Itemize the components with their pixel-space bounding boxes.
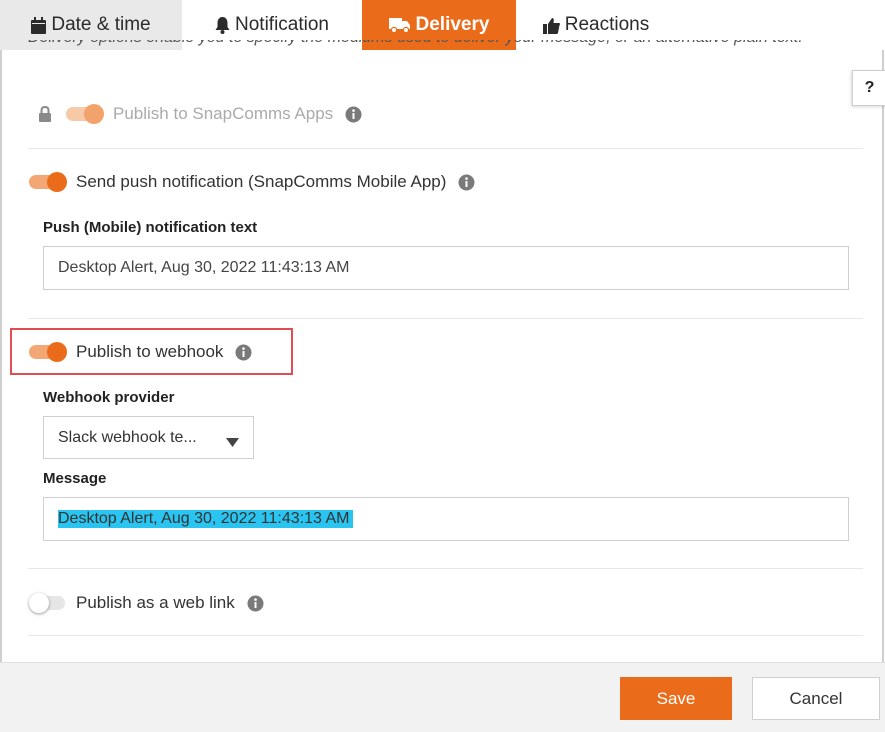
tab-label: Delivery xyxy=(415,14,490,35)
divider xyxy=(28,318,863,319)
tab-label: Notification xyxy=(235,14,329,35)
message-label: Message xyxy=(43,470,107,487)
info-icon[interactable] xyxy=(458,174,475,191)
option-webhook: Publish to webhook xyxy=(29,342,252,362)
web-link-toggle[interactable] xyxy=(29,593,67,613)
panel-border-left xyxy=(0,50,2,662)
calendar-icon xyxy=(31,16,47,34)
info-icon[interactable] xyxy=(247,595,264,612)
tab-label: Reactions xyxy=(564,14,650,35)
info-icon[interactable] xyxy=(235,344,252,361)
cancel-button[interactable]: Cancel xyxy=(752,677,880,720)
snapcomms-apps-toggle xyxy=(66,104,104,124)
option-label: Publish to webhook xyxy=(76,342,224,361)
option-label: Send push notification (SnapComms Mobile… xyxy=(76,172,447,191)
divider xyxy=(28,635,863,636)
message-input[interactable]: Desktop Alert, Aug 30, 2022 11:43:13 AM xyxy=(43,497,849,541)
webhook-provider-label: Webhook provider xyxy=(43,389,175,406)
push-text-value: Desktop Alert, Aug 30, 2022 11:43:13 AM xyxy=(58,259,350,276)
intro-text: Delivery options enable you to specify t… xyxy=(28,40,803,54)
truck-icon xyxy=(388,17,411,33)
webhook-provider-select[interactable]: Slack webhook te... xyxy=(43,416,254,459)
option-label: Publish as a web link xyxy=(76,593,235,612)
option-snapcomms-apps: Publish to SnapComms Apps xyxy=(38,104,362,124)
panel-border-right xyxy=(882,50,884,662)
push-text-input[interactable]: Desktop Alert, Aug 30, 2022 11:43:13 AM xyxy=(43,246,849,290)
option-push-notification: Send push notification (SnapComms Mobile… xyxy=(29,172,475,192)
webhook-toggle[interactable] xyxy=(29,342,67,362)
chevron-down-icon xyxy=(226,434,239,452)
divider xyxy=(28,148,863,149)
info-icon[interactable] xyxy=(345,106,362,123)
thumbs-up-icon xyxy=(542,17,560,34)
help-label: ? xyxy=(864,79,875,96)
push-notification-toggle[interactable] xyxy=(29,172,67,192)
webhook-provider-value: Slack webhook te... xyxy=(58,428,197,446)
tab-label: Date & time xyxy=(51,14,151,35)
help-button[interactable]: ? xyxy=(852,70,885,106)
lock-icon xyxy=(38,106,52,122)
save-button[interactable]: Save xyxy=(620,677,732,720)
divider xyxy=(28,568,863,569)
push-text-label: Push (Mobile) notification text xyxy=(43,219,258,236)
message-value: Desktop Alert, Aug 30, 2022 11:43:13 AM xyxy=(58,510,354,528)
option-label: Publish to SnapComms Apps xyxy=(113,104,334,123)
option-web-link: Publish as a web link xyxy=(29,593,264,613)
bell-icon xyxy=(215,16,230,34)
